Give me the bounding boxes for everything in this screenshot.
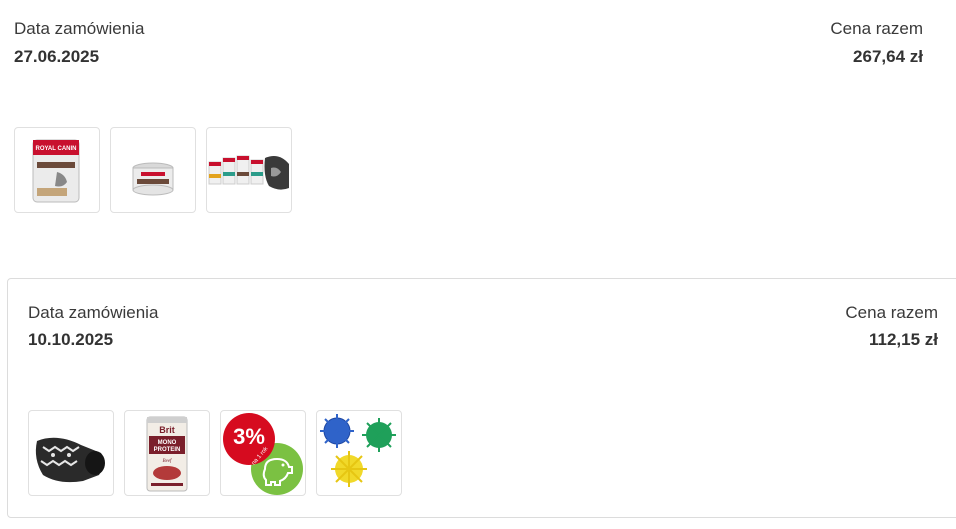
order-total-label: Cena razem xyxy=(845,303,938,322)
order-date-value: 27.06.2025 xyxy=(14,47,100,66)
product-thumbnail[interactable] xyxy=(110,127,196,213)
order-total-value: 112,15 zł xyxy=(868,330,938,349)
discount-percent: 3% xyxy=(233,424,265,449)
product-line-label: MONO xyxy=(158,440,177,446)
order-total-label: Cena razem xyxy=(830,19,923,38)
brand-label: ROYAL CANIN xyxy=(35,146,76,152)
spiky-balls-toy-icon xyxy=(320,414,396,487)
order-date-label: Data zamówienia xyxy=(14,19,145,38)
product-thumbnail[interactable] xyxy=(206,127,292,213)
order-date-value: 10.10.2025 xyxy=(28,330,114,349)
order-card[interactable]: Data zamówienia 10.10.2025 Cena razem 11… xyxy=(7,278,956,518)
savings-badge-icon: 3% na 1 rok xyxy=(223,413,303,495)
order-card[interactable]: Data zamówienia 27.06.2025 Cena razem 26… xyxy=(0,0,956,230)
product-thumbnail[interactable] xyxy=(28,410,114,496)
product-thumbnails: Brit MONO PROTEIN Beef 3% na 1 rok xyxy=(28,410,402,496)
flavor-label: Beef xyxy=(163,459,172,464)
product-line-label: PROTEIN xyxy=(154,447,181,453)
product-thumbnail[interactable]: ROYAL CANIN xyxy=(14,127,100,213)
brand-label: Brit xyxy=(159,425,175,435)
product-thumbnail[interactable] xyxy=(316,410,402,496)
royal-canin-can-icon: ROYAL CANIN xyxy=(32,139,80,203)
royal-canin-small-tin-icon xyxy=(132,162,174,196)
product-thumbnail[interactable]: 3% na 1 rok xyxy=(220,410,306,496)
order-total-value: 267,64 zł xyxy=(853,47,923,66)
product-thumbnail[interactable]: Brit MONO PROTEIN Beef xyxy=(124,410,210,496)
brit-mono-protein-can-icon: Brit MONO PROTEIN Beef xyxy=(146,416,188,492)
product-thumbnails: ROYAL CANIN xyxy=(14,127,292,213)
order-date-label: Data zamówienia xyxy=(28,303,159,322)
dog-sweater-icon xyxy=(35,437,105,483)
royal-canin-cans-with-dog-icon xyxy=(208,155,289,190)
